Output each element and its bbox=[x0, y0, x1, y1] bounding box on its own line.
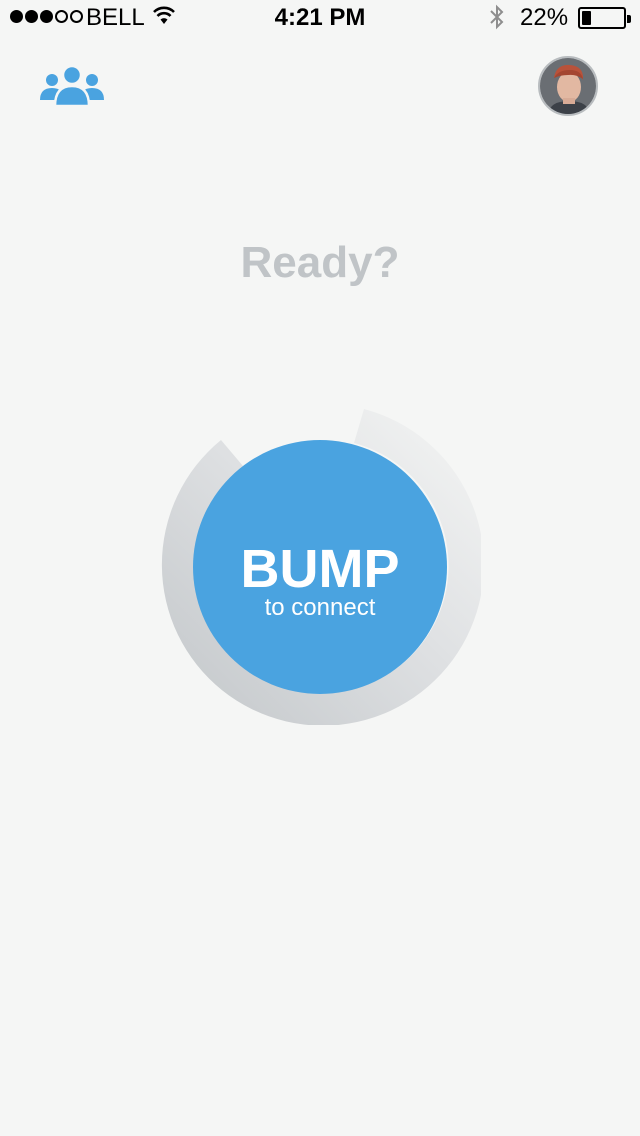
profile-avatar[interactable] bbox=[538, 56, 598, 116]
battery-icon bbox=[578, 7, 631, 29]
battery-fill bbox=[582, 11, 591, 25]
user-avatar-icon bbox=[540, 58, 596, 114]
battery-percent: 22% bbox=[520, 4, 569, 31]
ready-prompt: Ready? bbox=[240, 238, 400, 287]
bluetooth-icon bbox=[490, 4, 504, 30]
status-bar: BELL 4:21 PM 22% bbox=[0, 0, 640, 40]
bump-screen: BELL 4:21 PM 22% Ready? BUMP to connect bbox=[0, 0, 640, 1136]
people-group-icon bbox=[40, 64, 104, 108]
bump-title: BUMP bbox=[240, 539, 400, 599]
bump-subtitle: to connect bbox=[264, 594, 376, 621]
bump-button[interactable]: BUMP to connect bbox=[193, 440, 447, 694]
contacts-button[interactable] bbox=[38, 64, 106, 108]
